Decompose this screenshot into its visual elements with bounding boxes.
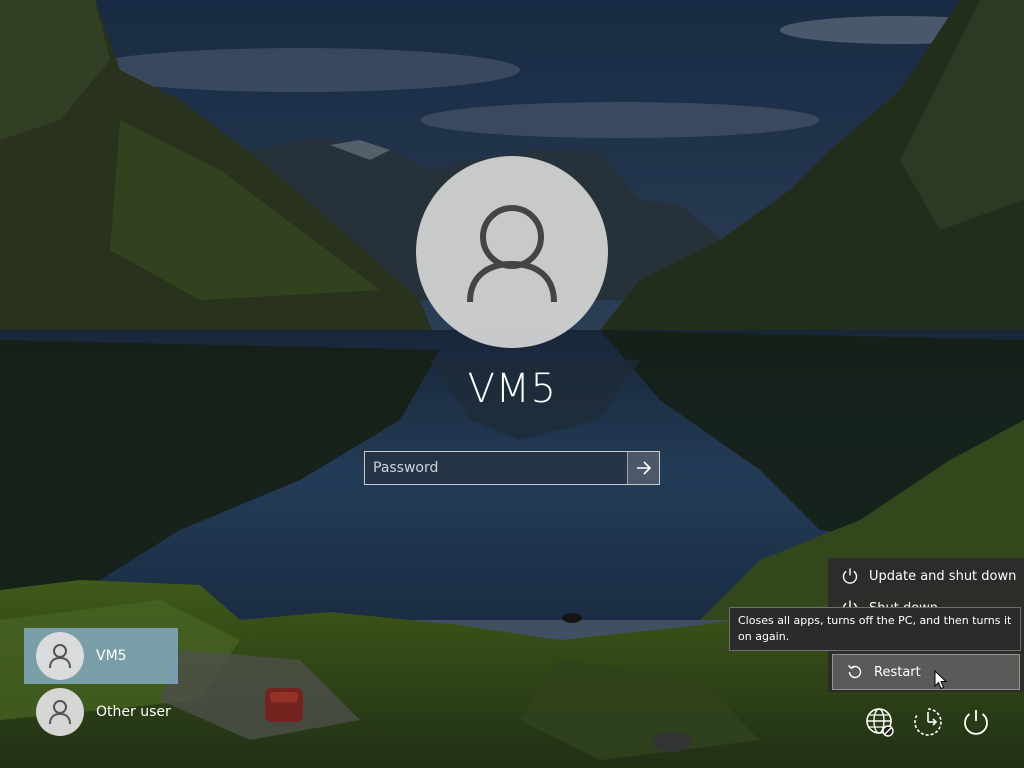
- user-list-label: VM5: [96, 648, 127, 664]
- arrow-right-icon: [636, 461, 651, 475]
- power-icon: [842, 568, 858, 584]
- menu-item-label: Update and shut down: [869, 568, 1017, 584]
- user-avatar-large: [416, 156, 608, 348]
- user-icon: [49, 700, 71, 725]
- avatar: [36, 632, 84, 680]
- username-display: VM5: [467, 366, 557, 412]
- user-list-item-vm5[interactable]: VM5: [24, 628, 178, 684]
- restart-icon: [848, 665, 862, 679]
- user-icon: [467, 205, 557, 303]
- network-icon: [866, 708, 894, 737]
- menu-item-label: Restart: [874, 664, 921, 680]
- menu-item-update-and-shut-down[interactable]: Update and shut down: [828, 558, 1024, 594]
- user-list-item-other-user[interactable]: Other user: [24, 684, 178, 740]
- menu-item-restart[interactable]: Restart: [832, 654, 1020, 690]
- power-icon: [964, 710, 988, 735]
- password-field-container: [364, 451, 660, 485]
- password-input[interactable]: [365, 452, 627, 484]
- network-button[interactable]: [862, 704, 898, 740]
- accessibility-icon: [914, 708, 942, 736]
- user-icon: [49, 644, 71, 669]
- user-list-label: Other user: [96, 704, 171, 720]
- avatar: [36, 688, 84, 736]
- accessibility-button[interactable]: [910, 704, 946, 740]
- power-button[interactable]: [958, 704, 994, 740]
- mouse-cursor-icon: [934, 670, 948, 690]
- restart-tooltip: Closes all apps, turns off the PC, and t…: [729, 607, 1021, 651]
- submit-arrow-button[interactable]: [627, 452, 659, 484]
- lock-screen: VM5 VM5 Other user Update and shut down …: [0, 0, 1024, 768]
